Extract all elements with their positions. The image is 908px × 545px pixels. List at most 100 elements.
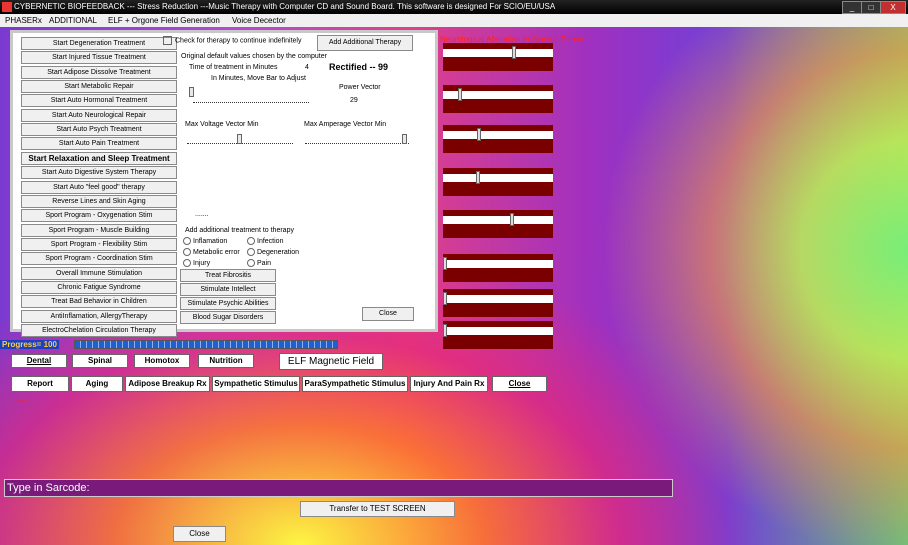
time-label: Time of treatment in Minutes [189,64,278,71]
treatment-button[interactable]: Start Degeneration Treatment [21,37,177,50]
adipose-breakup-button[interactable]: Adipose Breakup Rx [125,376,210,392]
close-button[interactable]: Close [492,376,547,392]
radio-icon[interactable] [183,259,191,267]
treatment-button[interactable]: AntiInflamation, AllergyTherapy [21,309,177,323]
continue-checkbox[interactable] [163,36,172,45]
stanine-slider-thumb[interactable] [475,171,480,184]
stanine-slider-track[interactable] [443,295,553,303]
treatment-button[interactable]: Start Adipose Dissolve Treatment [21,65,177,79]
stanine-slider-thumb[interactable] [443,257,447,270]
app-logo-icon [2,2,12,12]
option-degeneration[interactable]: Degeneration [247,248,299,256]
transfer-test-screen-button[interactable]: Transfer to TEST SCREEN [300,501,455,517]
treat-fibrositis-button[interactable]: Treat Fibrositis [180,269,276,282]
time-value: 4 [305,64,309,71]
amperage-vector-label: Max Amperage Vector Min [304,121,387,128]
add-additional-label: Add additional treatment to therapy [185,227,294,234]
rectified-readout: Rectified -- 99 [329,62,389,72]
stanine-bar [443,168,553,196]
stanine-slider-thumb[interactable] [443,324,447,337]
treatment-button[interactable]: Overall Immune Stimulation [21,266,177,280]
blood-sugar-button[interactable]: Blood Sugar Disorders [180,311,276,324]
radio-icon[interactable] [247,248,255,256]
option-label: Infection [257,237,284,245]
sarcode-input[interactable]: Type in Sarcode: [4,479,673,497]
power-vector-value: 29 [350,97,358,104]
treatment-button[interactable]: Start Auto "feel good" therapy [21,180,177,194]
treatment-button[interactable]: Chronic Fatigue Syndrome [21,280,177,294]
sympathetic-stimulus-button[interactable]: Sympathetic Stimulus [212,376,300,392]
radio-icon[interactable] [247,237,255,245]
stimulate-psychic-button[interactable]: Stimulate Psychic Abilities [180,297,276,310]
radio-icon[interactable] [247,259,255,267]
option-label: Metabolic error [193,248,240,256]
continue-checkbox-row[interactable]: Check for therapy to continue indefinite… [163,36,301,45]
treatment-button[interactable]: Reverse Lines and Skin Aging [21,194,177,208]
stimulate-intellect-button[interactable]: Stimulate Intellect [180,283,276,296]
treatment-button[interactable]: Start Relaxation and Sleep Treatment [21,151,177,165]
radio-icon[interactable] [183,248,191,256]
treatment-button[interactable]: Start Injured Tissue Treatment [21,51,177,65]
close-window-button[interactable]: X [880,1,906,14]
maximize-button[interactable]: □ [861,1,881,14]
radio-icon[interactable] [183,237,191,245]
voltage-vector-label: Max Voltage Vector Min [185,121,259,128]
treatment-button[interactable]: Start Auto Hormonal Treatment [21,94,177,108]
parasympathetic-stimulus-button[interactable]: ParaSympathetic Stimulus [302,376,408,392]
treatment-button[interactable]: Sport Program - Muscle Building [21,223,177,237]
aging-button[interactable]: Aging [71,376,123,392]
bottom-close-button[interactable]: Close [173,526,226,542]
option-pain[interactable]: Pain [247,259,271,267]
stanine-slider-thumb[interactable] [457,88,462,101]
time-slider-thumb[interactable] [189,87,194,97]
stanine-slider-thumb[interactable] [443,292,447,305]
dots-label: ....... [195,211,209,218]
nutrition-button[interactable]: Nutrition [198,354,254,368]
treatment-button[interactable]: Treat Bad Behavior in Children [21,295,177,309]
amperage-slider-track[interactable] [305,143,409,145]
treatment-button[interactable]: Start Auto Digestive System Therapy [21,166,177,180]
stanine-slider-thumb[interactable] [509,213,514,226]
menu-voice-detector[interactable]: Voice Decector [232,14,286,27]
stanine-slider-track[interactable] [443,327,553,335]
injury-pain-button[interactable]: Injury And Pain Rx [410,376,488,392]
elf-magnetic-field-button[interactable]: ELF Magnetic Field [279,353,383,370]
stanine-slider-thumb[interactable] [511,46,516,59]
stanine-slider-thumb[interactable] [476,128,481,141]
treatment-button[interactable]: Start Auto Psych Treatment [21,123,177,137]
treatment-button[interactable]: Sport Program - Coordination Stim [21,252,177,266]
add-additional-therapy-button[interactable]: Add Additional Therapy [317,35,413,51]
option-infection[interactable]: Infection [247,237,283,245]
option-label: Injury [193,259,211,267]
treatment-button[interactable]: Start Metabolic Repair [21,80,177,94]
stanine-slider-track[interactable] [443,216,553,224]
spinal-button[interactable]: Spinal [72,354,128,368]
option-inflamation[interactable]: Inflamation [183,237,227,245]
option-metabolic-error[interactable]: Metabolic error [183,248,240,256]
stanine-slider-track[interactable] [443,131,553,139]
amperage-slider-thumb[interactable] [402,134,407,144]
option-injury[interactable]: Injury [183,259,210,267]
option-label: Degeneration [257,248,300,256]
menu-elf-orgone[interactable]: ELF + Orgone Field Generation [108,14,220,27]
treatment-button[interactable]: Sport Program - Flexibility Stim [21,237,177,251]
treatment-button[interactable]: Sport Program - Oxygenation Stim [21,209,177,223]
stanine-slider-track[interactable] [443,49,553,57]
progress-bar [74,340,338,349]
voltage-slider-thumb[interactable] [237,134,242,144]
menu-additional[interactable]: ADDITIONAL [49,14,97,27]
stanine-slider-track[interactable] [443,174,553,182]
panel-close-button[interactable]: Close [362,307,414,321]
stanine-slider-track[interactable] [443,260,553,268]
dental-button[interactable]: Dental [11,354,67,368]
treatment-button[interactable]: Start Auto Pain Treatment [21,137,177,151]
menu-phaserx[interactable]: PHASERx [5,14,42,27]
treatment-button[interactable]: Start Auto Neurological Repair [21,108,177,122]
window-title: CYBERNETIC BIOFEEDBACK --- Stress Reduct… [14,2,556,11]
report-button[interactable]: Report [11,376,69,392]
time-slider-track[interactable] [193,102,309,104]
treatment-button[interactable]: ElectroChelation Circulation Therapy [21,324,177,337]
progress-fill [75,341,337,348]
homotox-button[interactable]: Homotox [134,354,190,368]
minimize-button[interactable]: _ [842,1,862,14]
